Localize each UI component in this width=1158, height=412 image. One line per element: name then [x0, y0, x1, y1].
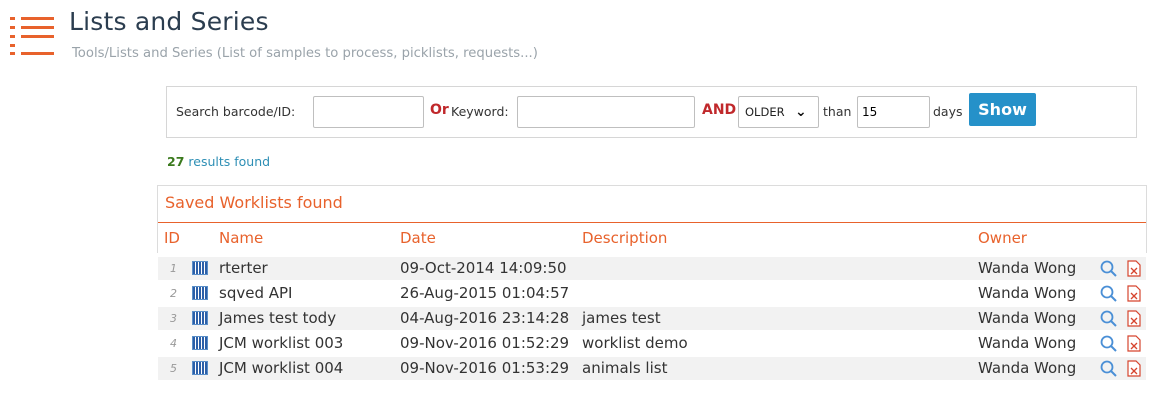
- row-date: 09-Nov-2016 01:53:29: [400, 359, 570, 377]
- pdf-delete-icon[interactable]: [1127, 360, 1141, 377]
- pdf-delete-icon[interactable]: [1127, 260, 1141, 277]
- row-owner: Wanda Wong: [978, 284, 1077, 302]
- row-id: 4: [170, 337, 177, 350]
- magnifier-icon[interactable]: [1099, 284, 1119, 304]
- magnifier-icon[interactable]: [1099, 259, 1119, 279]
- or-label: Or: [430, 102, 449, 118]
- days-input[interactable]: [857, 96, 930, 128]
- pdf-delete-icon[interactable]: [1127, 335, 1141, 352]
- days-label: days: [933, 104, 963, 119]
- age-select-value: OLDER: [745, 105, 785, 119]
- pdf-delete-icon[interactable]: [1127, 310, 1141, 327]
- row-description: animals list: [582, 359, 668, 377]
- row-name[interactable]: James test tody: [219, 309, 336, 327]
- magnifier-icon[interactable]: [1099, 309, 1119, 329]
- column-header-owner[interactable]: Owner: [978, 229, 1027, 247]
- results-count: 27 results found: [167, 154, 270, 169]
- magnifier-icon[interactable]: [1099, 334, 1119, 354]
- row-id: 1: [170, 262, 177, 275]
- row-owner: Wanda Wong: [978, 259, 1077, 277]
- row-date: 04-Aug-2016 23:14:28: [400, 309, 570, 327]
- page-subtitle: Tools/Lists and Series (List of samples …: [72, 46, 538, 61]
- keyword-label: Keyword:: [451, 104, 509, 119]
- barcode-icon: [192, 311, 208, 325]
- magnifier-icon[interactable]: [1099, 359, 1119, 379]
- barcode-icon: [192, 261, 208, 275]
- chevron-down-icon: ⌄: [795, 104, 807, 120]
- row-description: worklist demo: [582, 334, 688, 352]
- pdf-delete-icon[interactable]: [1127, 285, 1141, 302]
- row-owner: Wanda Wong: [978, 359, 1077, 377]
- row-id: 2: [170, 287, 177, 300]
- row-name[interactable]: JCM worklist 004: [219, 359, 343, 377]
- row-date: 09-Nov-2016 01:52:29: [400, 334, 570, 352]
- barcode-icon: [192, 361, 208, 375]
- row-date: 26-Aug-2015 01:04:57: [400, 284, 570, 302]
- show-button[interactable]: Show: [969, 93, 1036, 126]
- barcode-icon: [192, 286, 208, 300]
- row-owner: Wanda Wong: [978, 334, 1077, 352]
- title-divider: [158, 222, 1146, 223]
- column-header-description[interactable]: Description: [582, 229, 667, 247]
- page-title: Lists and Series: [69, 7, 269, 36]
- age-select[interactable]: OLDER ⌄: [738, 96, 819, 128]
- column-header-date[interactable]: Date: [400, 229, 436, 247]
- results-label: results found: [188, 154, 271, 169]
- than-label: than: [823, 104, 852, 119]
- row-name[interactable]: rterter: [219, 259, 268, 277]
- and-label: AND: [702, 102, 737, 118]
- barcode-input[interactable]: [313, 96, 424, 128]
- column-header-name[interactable]: Name: [219, 229, 263, 247]
- barcode-label: Search barcode/ID:: [176, 104, 296, 119]
- row-owner: Wanda Wong: [978, 309, 1077, 327]
- row-date: 09-Oct-2014 14:09:50: [400, 259, 567, 277]
- search-panel: Search barcode/ID: Or Keyword: AND OLDER…: [166, 86, 1137, 138]
- row-name[interactable]: JCM worklist 003: [219, 334, 343, 352]
- barcode-icon: [192, 336, 208, 350]
- list-icon: [10, 17, 54, 55]
- row-description: james test: [582, 309, 661, 327]
- row-id: 5: [170, 362, 177, 375]
- row-name[interactable]: sqved API: [219, 284, 292, 302]
- keyword-input[interactable]: [517, 96, 695, 128]
- column-header-id[interactable]: ID: [164, 229, 180, 247]
- row-id: 3: [170, 312, 177, 325]
- worklists-title: Saved Worklists found: [165, 193, 343, 212]
- results-number: 27: [167, 154, 185, 169]
